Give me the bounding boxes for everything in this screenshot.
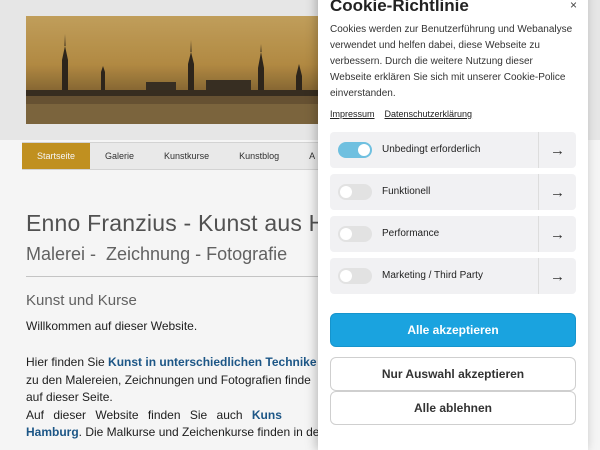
category-marketing: Marketing / Third Party → <box>330 258 576 294</box>
category-performance: Performance → <box>330 216 576 252</box>
cookie-consent-panel: Cookie-Richtlinie × Cookies werden zur B… <box>318 0 588 450</box>
toggle-switch[interactable] <box>338 142 372 158</box>
toggle-knob <box>340 228 352 240</box>
cookie-title: Cookie-Richtlinie <box>330 0 469 15</box>
category-label: Unbedingt erforderlich <box>382 144 481 155</box>
toggle-knob <box>340 186 352 198</box>
category-funktionell: Funktionell → <box>330 174 576 210</box>
close-icon[interactable]: × <box>570 0 577 12</box>
toggle-switch[interactable] <box>338 184 372 200</box>
arrow-right-icon[interactable]: → <box>538 132 576 168</box>
datenschutz-link[interactable]: Datenschutzerklärung <box>385 109 473 119</box>
accept-all-button[interactable]: Alle akzeptieren <box>330 313 576 347</box>
toggle-knob <box>358 144 370 156</box>
arrow-right-icon[interactable]: → <box>538 258 576 294</box>
category-unbedingt-erforderlich: Unbedingt erforderlich → <box>330 132 576 168</box>
arrow-right-icon[interactable]: → <box>538 174 576 210</box>
toggle-switch[interactable] <box>338 226 372 242</box>
category-label: Marketing / Third Party <box>382 270 483 281</box>
arrow-right-icon[interactable]: → <box>538 216 576 252</box>
category-label: Funktionell <box>382 186 431 197</box>
impressum-link[interactable]: Impressum <box>330 109 375 119</box>
accept-selection-button[interactable]: Nur Auswahl akzeptieren <box>330 357 576 391</box>
category-label: Performance <box>382 228 440 239</box>
toggle-knob <box>340 270 352 282</box>
reject-all-button[interactable]: Alle ablehnen <box>330 391 576 425</box>
toggle-switch[interactable] <box>338 268 372 284</box>
cookie-description: Cookies werden zur Benutzerführung und W… <box>330 24 573 99</box>
cookie-links: Impressum Datenschutzerklärung <box>330 109 472 119</box>
